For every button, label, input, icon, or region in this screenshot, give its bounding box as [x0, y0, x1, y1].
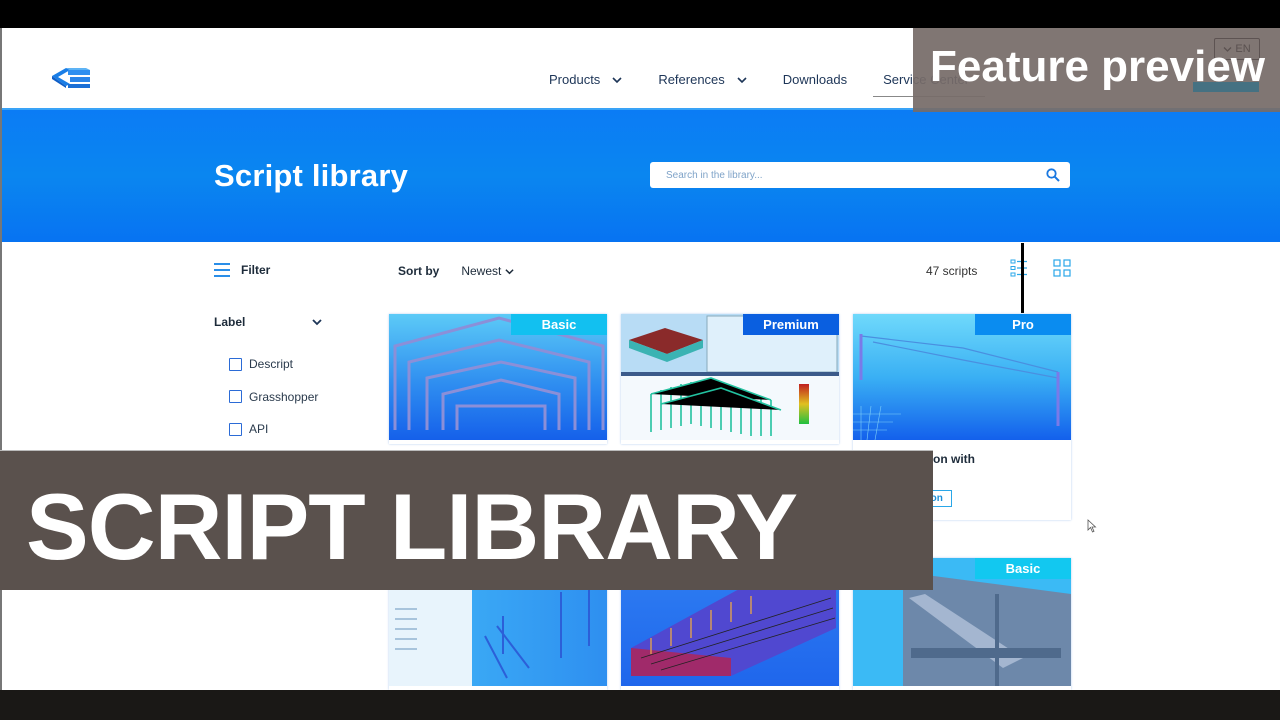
- company-logo[interactable]: [48, 58, 94, 90]
- nav-products-label: Products: [549, 72, 601, 87]
- chevron-down-icon: [312, 319, 322, 326]
- search-input[interactable]: [666, 169, 1026, 181]
- checkbox[interactable]: [229, 390, 242, 404]
- sort-label: Sort by: [398, 264, 440, 278]
- chevron-down-icon: [505, 268, 514, 274]
- feature-preview-overlay: EN Feature preview: [913, 28, 1280, 112]
- filter-option-label: API: [249, 422, 269, 437]
- filter-option-label: Descript: [249, 357, 294, 372]
- filter-option-grasshopper[interactable]: Grasshopper: [229, 381, 318, 414]
- filter-option-label: Grasshopper: [249, 389, 319, 404]
- video-title-overlay: SCRIPT LIBRARY: [0, 450, 933, 590]
- video-title: SCRIPT LIBRARY: [26, 474, 798, 579]
- plan-badge: Premium: [743, 314, 839, 335]
- sort-control: Sort by Newest: [398, 264, 514, 278]
- grid-view-icon[interactable]: [1053, 259, 1071, 277]
- nav-downloads[interactable]: Downloads: [783, 72, 847, 87]
- filter-option-descript[interactable]: Descript: [229, 348, 318, 381]
- chevron-down-icon: [612, 76, 622, 83]
- video-top-letterbox: [0, 0, 1280, 28]
- feature-preview-label: Feature preview: [930, 42, 1266, 91]
- checkbox[interactable]: [229, 422, 242, 436]
- mouse-cursor-icon: [1087, 519, 1097, 533]
- search-icon[interactable]: [1046, 168, 1060, 182]
- filter-title: Filter: [241, 263, 271, 277]
- card-thumbnail: Pro: [853, 314, 1071, 440]
- list-view-icon[interactable]: [1010, 259, 1028, 277]
- web-page: Products References Downloads Service Ce…: [0, 28, 1280, 690]
- search-box: [650, 162, 1070, 188]
- script-card[interactable]: Basic: [389, 314, 607, 444]
- nav-downloads-label: Downloads: [782, 72, 848, 87]
- card-thumbnail: Premium: [621, 314, 839, 440]
- filter-options: Descript Grasshopper API: [229, 348, 318, 446]
- nav-products[interactable]: Products: [549, 72, 622, 87]
- nav-references-label: References: [658, 72, 725, 87]
- filter-toggle[interactable]: Filter: [214, 263, 270, 277]
- plan-badge: Pro: [975, 314, 1071, 335]
- plan-badge: Basic: [975, 558, 1071, 579]
- plan-badge: Basic: [511, 314, 607, 335]
- chevron-down-icon: [737, 76, 747, 83]
- page-title: Script library: [214, 158, 409, 193]
- video-bottom-letterbox: [0, 690, 1280, 720]
- video-cursor-line: [1021, 243, 1024, 313]
- checkbox[interactable]: [229, 357, 242, 371]
- nav-references[interactable]: References: [658, 72, 747, 87]
- card-thumbnail: Basic: [389, 314, 607, 440]
- hero-banner: Script library: [2, 108, 1280, 242]
- menu-icon: [214, 263, 230, 277]
- filter-option-api[interactable]: API: [229, 413, 318, 446]
- filter-group-title: Label: [214, 315, 246, 329]
- filter-group-label[interactable]: Label: [214, 315, 322, 329]
- sort-value: Newest: [461, 264, 502, 278]
- results-count: 47 scripts: [926, 264, 978, 278]
- sort-dropdown[interactable]: Newest: [461, 264, 514, 278]
- script-card[interactable]: Premium: [621, 314, 839, 444]
